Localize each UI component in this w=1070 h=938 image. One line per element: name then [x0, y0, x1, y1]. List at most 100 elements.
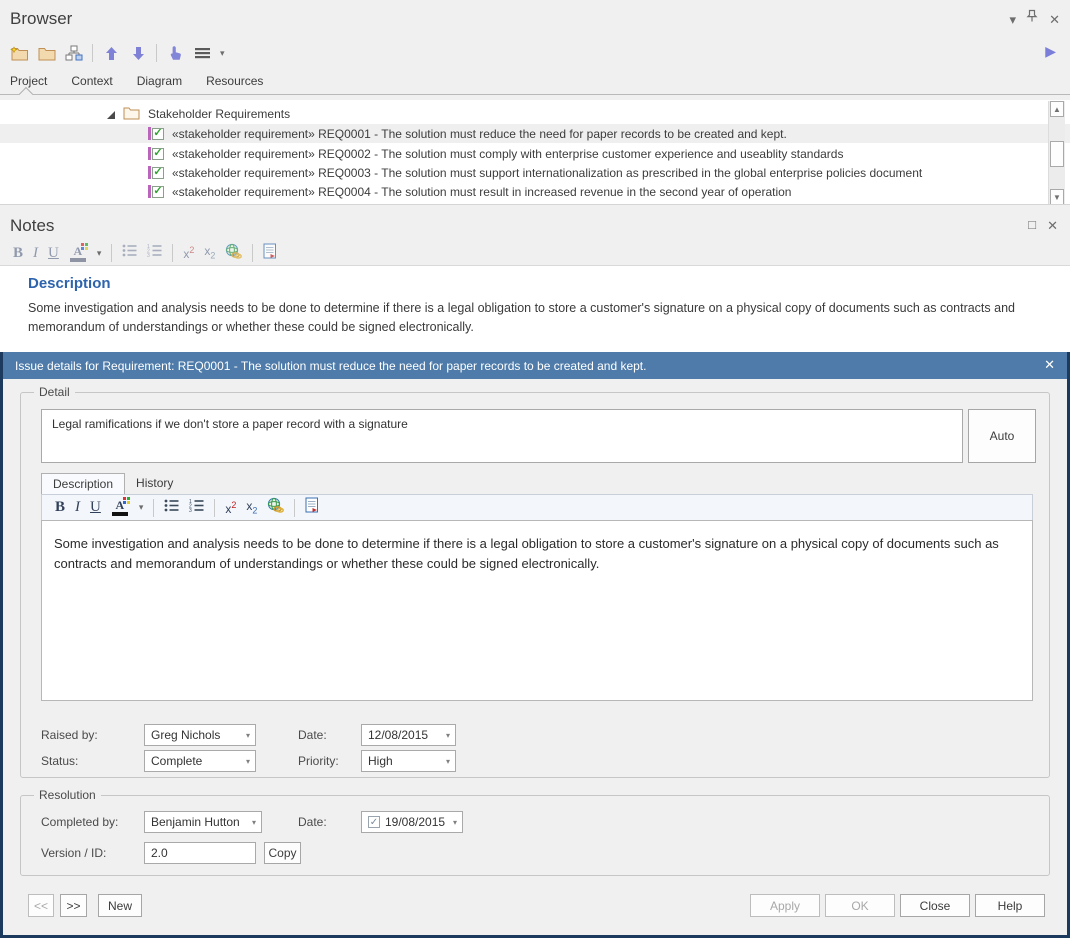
browser-panel-title: Browser: [10, 9, 72, 29]
tab-history[interactable]: History: [125, 473, 184, 494]
priority-combo[interactable]: High▾: [361, 750, 456, 772]
detail-tabs: Description History: [41, 473, 184, 494]
folder-icon[interactable]: [38, 43, 56, 63]
tree-row-requirement[interactable]: ✓ «stakeholder requirement» REQ0004 - Th…: [0, 182, 1070, 201]
numbered-list-icon[interactable]: 123: [189, 499, 204, 517]
scroll-up-icon[interactable]: ▲: [1050, 101, 1064, 117]
diagram-layout-icon[interactable]: [65, 43, 83, 63]
apply-button[interactable]: Apply: [750, 894, 820, 917]
italic-icon[interactable]: I: [33, 246, 38, 261]
bullet-list-icon[interactable]: [164, 499, 179, 517]
ok-button[interactable]: OK: [825, 894, 895, 917]
requirement-label[interactable]: «stakeholder requirement» REQ0001 - The …: [172, 127, 787, 141]
date-checkbox[interactable]: ✓: [368, 816, 380, 828]
tree-row-package[interactable]: Stakeholder Requirements: [0, 104, 1070, 123]
document-icon[interactable]: [263, 243, 277, 264]
pin-icon[interactable]: [1026, 9, 1038, 26]
tab-resources[interactable]: Resources: [206, 74, 263, 88]
status-combo[interactable]: Complete▾: [144, 750, 256, 772]
move-down-icon[interactable]: [129, 43, 147, 63]
requirement-icon: ✓: [148, 147, 164, 160]
hyperlink-icon[interactable]: [225, 243, 242, 264]
browser-panel-header: Browser ▾ ✕: [0, 0, 1070, 38]
browser-close-icon[interactable]: ✕: [1049, 12, 1060, 28]
auto-button[interactable]: Auto: [968, 409, 1036, 463]
resolution-groupbox: Resolution Completed by: Benjamin Hutton…: [20, 795, 1050, 876]
hyperlink-icon[interactable]: [267, 497, 284, 518]
tree-scrollbar[interactable]: ▲ ▼: [1048, 101, 1065, 205]
subscript-icon[interactable]: x2: [246, 500, 257, 515]
panel-menu-dropdown-icon[interactable]: ▾: [1009, 12, 1016, 28]
scrollbar-thumb[interactable]: [1050, 141, 1064, 167]
document-icon[interactable]: [305, 497, 319, 518]
underline-icon[interactable]: U: [48, 246, 59, 261]
date-combo[interactable]: 12/08/2015▾: [361, 724, 456, 746]
bold-icon[interactable]: B: [55, 500, 65, 515]
toolbar-separator: [294, 499, 295, 517]
detail-group-label: Detail: [34, 385, 75, 399]
requirement-label[interactable]: «stakeholder requirement» REQ0004 - The …: [172, 185, 791, 199]
help-button[interactable]: Help: [975, 894, 1045, 917]
italic-icon[interactable]: I: [75, 500, 80, 515]
tab-diagram[interactable]: Diagram: [137, 74, 182, 88]
superscript-icon[interactable]: x2: [225, 501, 236, 515]
tab-divider-line: [0, 94, 1070, 95]
toolbar-separator: [214, 499, 215, 517]
description-editor[interactable]: Some investigation and analysis needs to…: [41, 520, 1033, 701]
raised-by-combo[interactable]: Greg Nichols▾: [144, 724, 256, 746]
first-button[interactable]: <<: [28, 894, 54, 917]
tab-project[interactable]: Project: [10, 74, 47, 88]
project-tree: Stakeholder Requirements ✓ «stakeholder …: [0, 100, 1070, 204]
new-folder-icon[interactable]: [10, 43, 29, 63]
date-label: Date:: [298, 728, 327, 742]
requirement-icon: ✓: [148, 127, 164, 140]
hand-pointer-icon[interactable]: [166, 43, 184, 63]
dialog-title: Issue details for Requirement: REQ0001 -…: [15, 359, 646, 373]
dialog-close-icon[interactable]: ✕: [1044, 357, 1055, 373]
expand-toolbar-icon[interactable]: ▶: [1045, 44, 1056, 58]
requirement-label[interactable]: «stakeholder requirement» REQ0003 - The …: [172, 166, 922, 180]
move-up-icon[interactable]: [102, 43, 120, 63]
font-color-dropdown-icon[interactable]: ▾: [139, 502, 144, 513]
dialog-titlebar[interactable]: Issue details for Requirement: REQ0001 -…: [3, 352, 1067, 379]
font-color-icon[interactable]: A: [69, 245, 87, 262]
notes-close-icon[interactable]: ✕: [1047, 218, 1058, 234]
hamburger-dropdown-icon[interactable]: ▾: [220, 48, 225, 59]
next-button[interactable]: >>: [60, 894, 87, 917]
tree-row-requirement[interactable]: ✓ «stakeholder requirement» REQ0003 - Th…: [0, 163, 1070, 182]
bullet-list-icon[interactable]: [122, 244, 137, 262]
version-id-input[interactable]: 2.0: [144, 842, 256, 864]
superscript-icon[interactable]: x2: [183, 246, 194, 260]
status-label: Status:: [41, 754, 78, 768]
package-label[interactable]: Stakeholder Requirements: [148, 107, 290, 121]
issue-text-field[interactable]: Legal ramifications if we don't store a …: [41, 409, 963, 463]
subscript-icon[interactable]: x2: [204, 245, 215, 260]
notes-content[interactable]: Description Some investigation and analy…: [0, 265, 1070, 353]
completed-by-combo[interactable]: Benjamin Hutton▾: [144, 811, 262, 833]
hamburger-menu-icon[interactable]: [193, 43, 211, 63]
underline-icon[interactable]: U: [90, 500, 101, 515]
bold-icon[interactable]: B: [13, 246, 23, 261]
tab-description[interactable]: Description: [41, 473, 125, 494]
browser-panel: Browser ▾ ✕: [0, 0, 1070, 212]
scroll-down-icon[interactable]: ▼: [1050, 189, 1064, 205]
notes-panel-title: Notes: [10, 216, 54, 236]
new-button[interactable]: New: [98, 894, 142, 917]
expand-collapse-icon[interactable]: [107, 111, 115, 119]
toolbar-separator: [156, 44, 157, 62]
version-id-label: Version / ID:: [41, 846, 106, 860]
tree-row-requirement[interactable]: ✓ «stakeholder requirement» REQ0002 - Th…: [0, 144, 1070, 163]
close-button[interactable]: Close: [900, 894, 970, 917]
notes-heading: Description: [28, 275, 111, 292]
resolution-date-combo[interactable]: ✓ 19/08/2015▾: [361, 811, 463, 833]
numbered-list-icon[interactable]: 123: [147, 244, 162, 262]
tree-row-requirement[interactable]: ✓ «stakeholder requirement» REQ0001 - Th…: [0, 124, 1070, 143]
maximize-icon[interactable]: □: [1028, 217, 1036, 232]
priority-label: Priority:: [298, 754, 339, 768]
requirement-label[interactable]: «stakeholder requirement» REQ0002 - The …: [172, 147, 843, 161]
tab-context[interactable]: Context: [71, 74, 112, 88]
font-color-icon[interactable]: A: [111, 499, 129, 516]
browser-toolbar: ▾: [0, 38, 1070, 68]
font-color-dropdown-icon[interactable]: ▾: [97, 248, 102, 259]
copy-button[interactable]: Copy: [264, 842, 301, 864]
